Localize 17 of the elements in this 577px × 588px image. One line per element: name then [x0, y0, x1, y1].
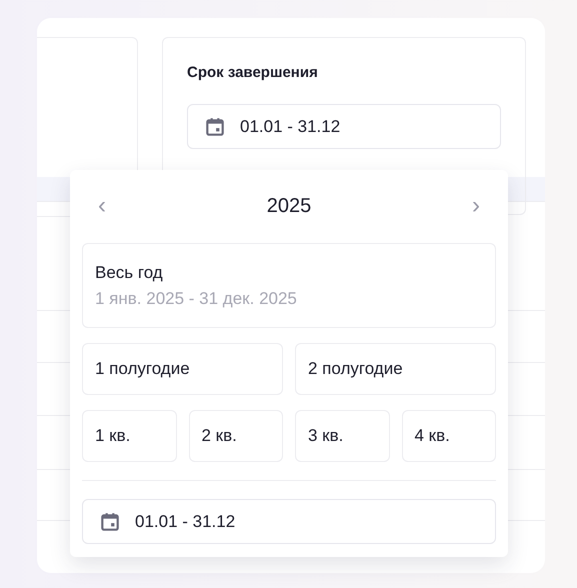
calendar-icon: [204, 116, 226, 138]
date-range-field[interactable]: 01.01 - 31.12: [82, 499, 496, 544]
option-label: Весь год: [95, 262, 164, 282]
whole-year-option[interactable]: Весь год 1 янв. 2025 - 31 дек. 2025: [82, 243, 496, 328]
quarter-option[interactable]: 1 кв.: [82, 410, 176, 462]
quarter-option[interactable]: 4 кв.: [402, 410, 496, 462]
quarter-option[interactable]: 2 кв.: [188, 410, 283, 462]
option-date-range: 1 янв. 2025 - 31 дек. 2025: [95, 288, 298, 308]
calendar-icon: [99, 510, 121, 532]
quarter-option[interactable]: 3 кв.: [295, 410, 390, 462]
date-range-text: 01.01 - 31.12: [135, 512, 236, 532]
half-year-option[interactable]: 1 полугодие: [82, 343, 283, 395]
year-label: 2025: [266, 194, 312, 218]
half-year-option[interactable]: 2 полугодие: [295, 343, 496, 395]
panel-title: Срок завершения: [187, 64, 319, 81]
date-range-text: 01.01 - 31.12: [240, 116, 340, 136]
date-range-field[interactable]: 01.01 - 31.12: [187, 104, 501, 149]
